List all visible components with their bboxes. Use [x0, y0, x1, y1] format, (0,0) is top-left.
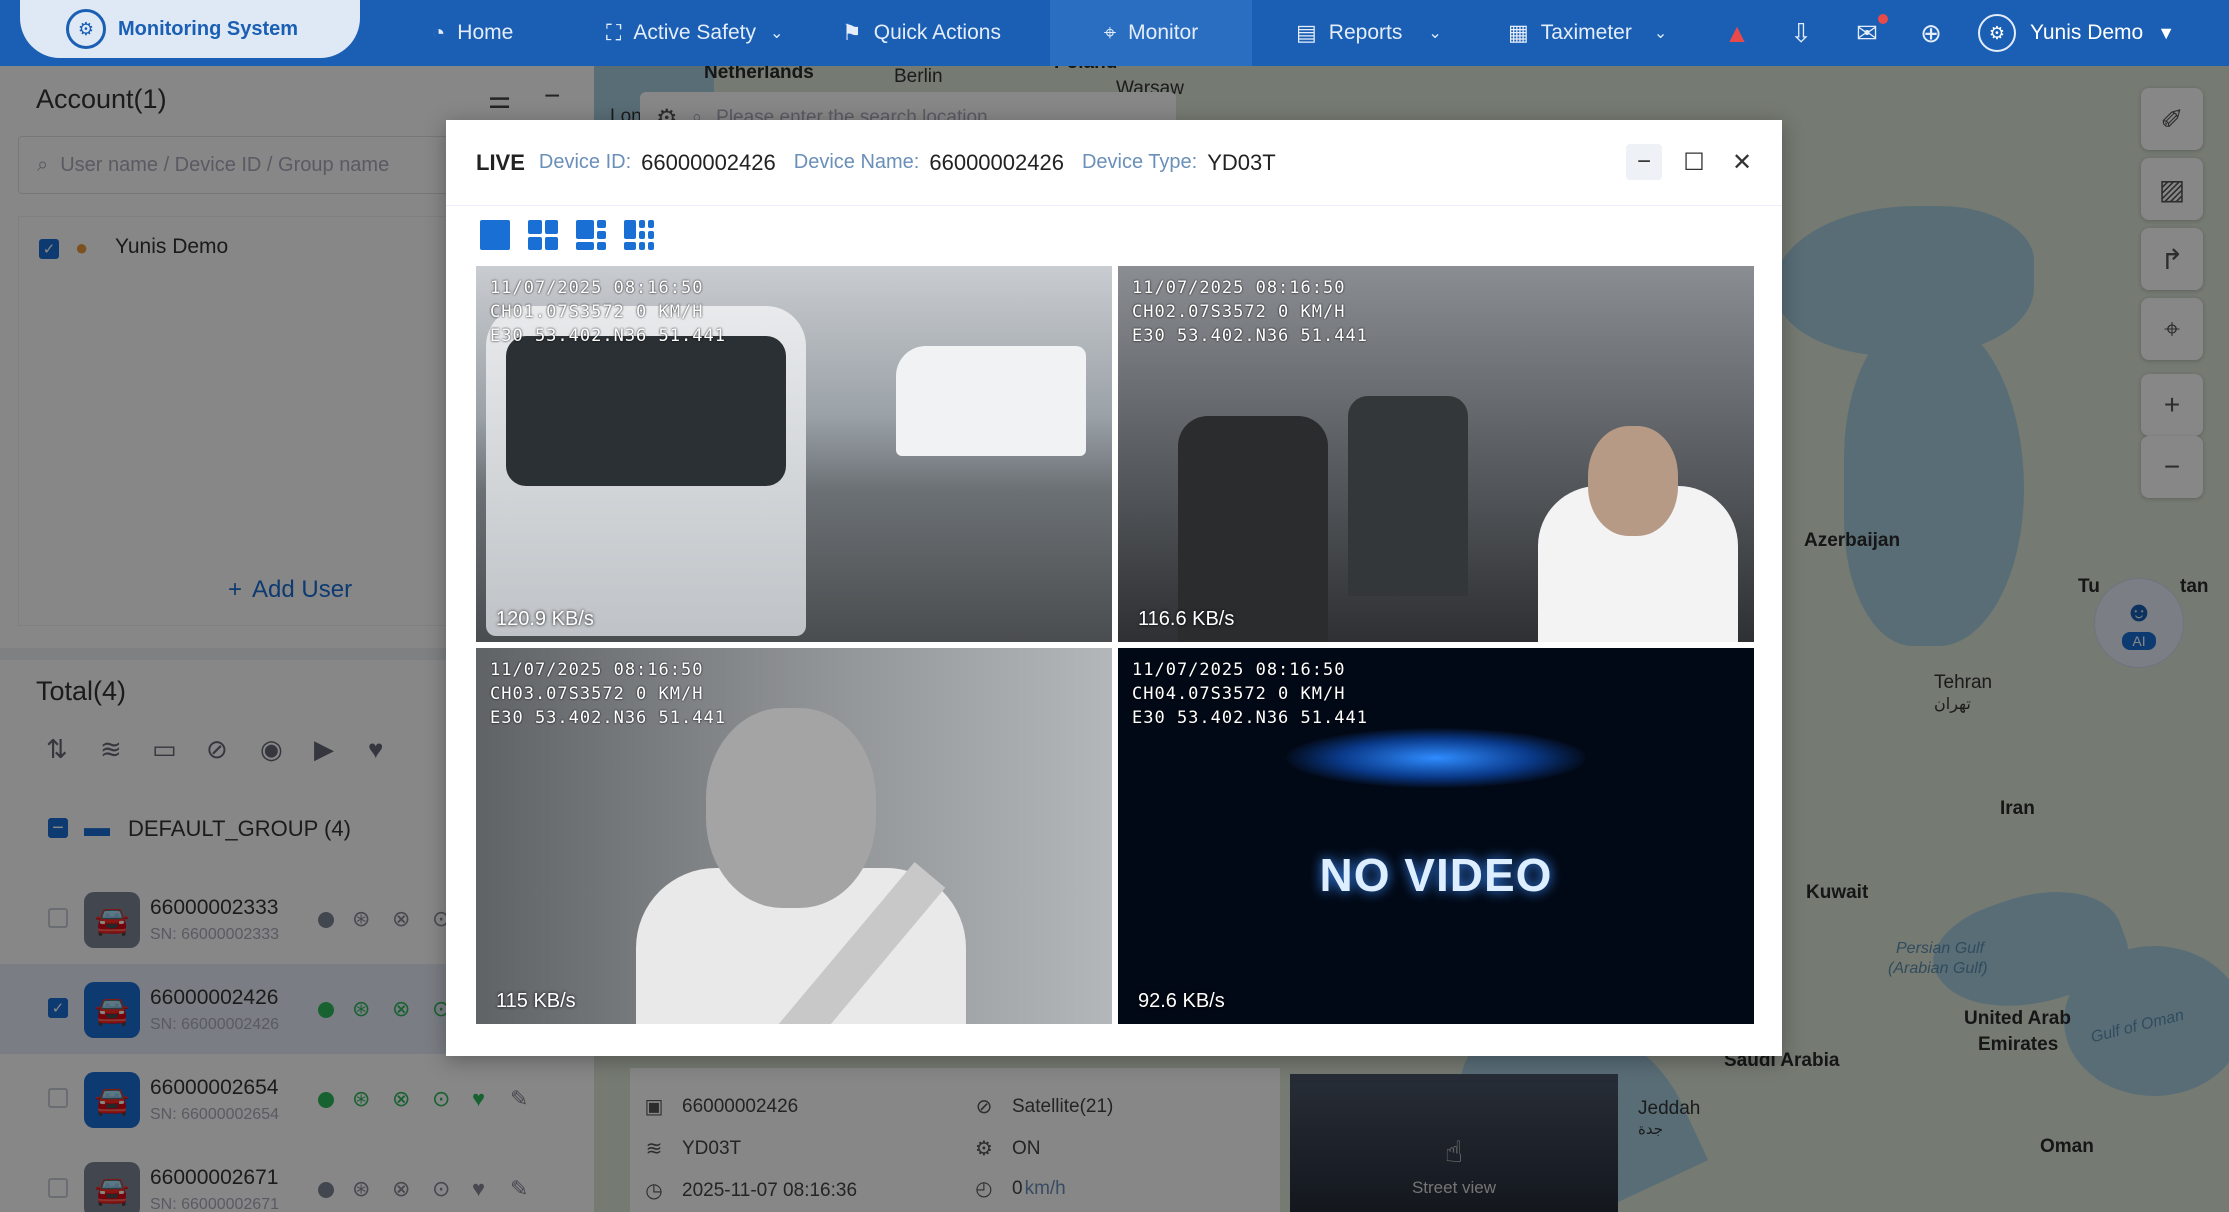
maximize-icon[interactable]: ☐ — [1676, 144, 1712, 180]
osd-text: 11/07/2025 08:16:50 CH02.07S3572 0 KM/H E3… — [1132, 278, 1368, 346]
nav-active-safety-label: Active Safety — [633, 21, 756, 44]
video-channel-3[interactable]: 11/07/2025 08:16:50 CH03.07S3572 0 KM/H E3… — [476, 648, 1112, 1024]
nav-quick-actions[interactable]: ⚑ Quick Actions — [842, 0, 1001, 66]
chevron-down-icon: ⌄ — [1428, 25, 1442, 42]
nav-reports[interactable]: ▤ Reports ⌄ — [1296, 0, 1442, 66]
device-type-value: YD03T — [1207, 149, 1276, 175]
live-label: LIVE — [476, 149, 525, 175]
device-name-label: Device Name: — [793, 151, 920, 173]
user-menu[interactable]: ⚙ Yunis Demo ▼ — [1978, 0, 2175, 66]
layout-1-icon[interactable] — [480, 220, 510, 250]
video-channel-2[interactable]: 11/07/2025 08:16:50 CH02.07S3572 0 KM/H E3… — [1118, 266, 1754, 642]
layout-4-icon[interactable] — [528, 220, 558, 250]
close-icon[interactable]: ✕ — [1724, 144, 1760, 180]
chevron-down-icon: ⌄ — [769, 25, 784, 42]
top-navigation-bar: ⚙ Monitoring System ◔ Home ⛶ Active Safe… — [0, 0, 2229, 66]
driver-head-image — [1588, 426, 1678, 536]
nav-reports-label: Reports — [1328, 21, 1403, 44]
mail-badge — [1878, 14, 1888, 24]
nav-taximeter[interactable]: ▦ Taximeter ⌄ — [1508, 0, 1667, 66]
alarm-icon[interactable]: ▲ — [1720, 16, 1754, 50]
avatar: ⚙ — [1978, 14, 2016, 52]
user-name: Yunis Demo — [2030, 21, 2144, 44]
nav-active-safety[interactable]: ⛶ Active Safety ⌄ — [606, 0, 783, 66]
device-id-label: Device ID: — [538, 151, 632, 173]
nav-quick-actions-label: Quick Actions — [873, 21, 1001, 44]
bitrate-label: 116.6 KB/s — [1138, 608, 1235, 630]
chevron-down-icon: ⌄ — [1653, 25, 1668, 42]
signpost-icon: ⚑ — [842, 20, 862, 45]
dialog-header: LIVE Device ID: 66000002426 Device Name:… — [446, 120, 1782, 206]
layout-9-icon[interactable] — [624, 220, 654, 250]
camera-frame-icon: ⛶ — [606, 20, 622, 45]
nav-monitor[interactable]: ⌖ Monitor — [1050, 0, 1252, 66]
brand-gear-icon: ⚙ — [66, 9, 106, 49]
osd-text: 11/07/2025 08:16:50 CH01.07S3572 0 KM/H E3… — [490, 278, 726, 346]
brand-logo[interactable]: ⚙ Monitoring System — [20, 0, 360, 58]
video-channel-1[interactable]: 11/07/2025 08:16:50 CH01.07S3572 0 KM/H E3… — [476, 266, 1112, 642]
minimize-icon[interactable]: − — [1626, 144, 1662, 180]
location-person-icon: ⌖ — [1103, 20, 1117, 45]
app-title: Monitoring System — [118, 17, 299, 40]
calculator-icon: ▦ — [1508, 20, 1529, 45]
bitrate-label: 120.9 KB/s — [496, 608, 594, 630]
language-globe-icon[interactable]: ⊕ — [1914, 16, 1948, 50]
nav-home-label: Home — [457, 21, 514, 44]
bus-windshield-image — [506, 336, 786, 486]
video-channel-4[interactable]: NO VIDEO 11/07/2025 08:16:50 CH04.07S3572… — [1118, 648, 1754, 1024]
seat-image — [1348, 396, 1468, 596]
osd-text: 11/07/2025 08:16:50 CH03.07S3572 0 KM/H E3… — [490, 660, 726, 728]
osd-text: 11/07/2025 08:16:50 CH04.07S3572 0 KM/H E3… — [1132, 660, 1368, 728]
parked-bus-image — [896, 346, 1086, 456]
no-video-label: NO VIDEO — [1319, 849, 1553, 901]
live-video-dialog: LIVE Device ID: 66000002426 Device Name:… — [446, 120, 1782, 1056]
home-gauge-icon: ◔ — [432, 20, 446, 45]
device-id-value: 66000002426 — [641, 149, 776, 175]
download-icon[interactable]: ⇩ — [1784, 16, 1818, 50]
nav-taximeter-label: Taximeter — [1540, 21, 1632, 44]
report-search-icon: ▤ — [1296, 20, 1317, 45]
earth-glow-image — [1286, 728, 1586, 788]
bitrate-label: 115 KB/s — [496, 990, 576, 1012]
device-name-value: 66000002426 — [929, 149, 1064, 175]
layout-6-icon[interactable] — [576, 220, 606, 250]
device-type-label: Device Type: — [1081, 151, 1198, 173]
nav-home[interactable]: ◔ Home — [432, 0, 513, 66]
driver-face-image — [706, 708, 876, 908]
bitrate-label: 92.6 KB/s — [1138, 990, 1225, 1012]
nav-monitor-label: Monitor — [1128, 21, 1199, 44]
caret-down-icon: ▼ — [2157, 22, 2176, 43]
